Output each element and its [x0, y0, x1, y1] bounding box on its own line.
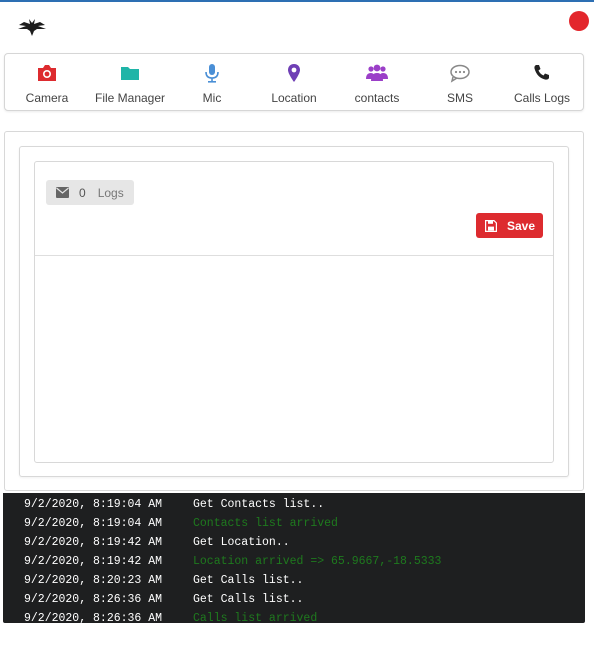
- tool-label: Camera: [25, 91, 69, 105]
- console-message: Get Contacts list..: [193, 498, 325, 511]
- console-line: 9/2/2020, 8:19:42 AM Location arrived => …: [24, 555, 564, 574]
- console-line: 9/2/2020, 8:20:23 AM Get Calls list..: [24, 574, 564, 593]
- tool-location[interactable]: Location: [267, 54, 321, 110]
- phone-icon: [534, 65, 549, 80]
- console-line: 9/2/2020, 8:19:04 AM Contacts list arrive…: [24, 517, 564, 536]
- console-timestamp: 9/2/2020, 8:19:42 AM: [24, 536, 163, 549]
- envelope-icon: [56, 187, 69, 198]
- console-timestamp: 9/2/2020, 8:20:23 AM: [24, 574, 163, 587]
- logs-body: [34, 161, 554, 463]
- top-accent-line: [0, 0, 594, 2]
- console-message: Calls list arrived: [193, 612, 318, 623]
- console-line: 9/2/2020, 8:26:36 AM Get Calls list..: [24, 593, 564, 612]
- tool-label: Location: [271, 91, 317, 105]
- console-line: 9/2/2020, 8:26:36 AM Calls list arrived: [24, 612, 564, 623]
- tool-camera[interactable]: Camera: [26, 54, 68, 110]
- camera-icon: [38, 65, 56, 81]
- users-icon: [366, 64, 388, 81]
- console-line: 9/2/2020, 8:19:04 AM Get Contacts list..: [24, 498, 564, 517]
- console-timestamp: 9/2/2020, 8:19:42 AM: [24, 555, 163, 568]
- tool-calls-logs[interactable]: Calls Logs: [513, 54, 571, 110]
- folder-icon: [121, 67, 139, 80]
- console-message: Contacts list arrived: [193, 517, 338, 530]
- tool-contacts[interactable]: contacts: [351, 54, 403, 110]
- tool-label: contacts: [354, 91, 400, 105]
- console-message: Location arrived => 65.9667,-18.5333: [193, 555, 442, 568]
- save-button[interactable]: Save: [476, 213, 543, 238]
- tool-sms[interactable]: SMS: [443, 54, 477, 110]
- console-log[interactable]: 9/2/2020, 8:19:04 AM Get Contacts list.. 9…: [3, 493, 585, 623]
- tool-label: Mic: [202, 91, 222, 105]
- console-line: 9/2/2020, 8:19:42 AM Get Location..: [24, 536, 564, 555]
- console-timestamp: 9/2/2020, 8:26:36 AM: [24, 612, 163, 623]
- console-message: Get Location..: [193, 536, 290, 549]
- logs-count-badge: 0 Logs: [46, 180, 134, 205]
- feature-toolbar: Camera File Manager Mic Location contact…: [4, 53, 584, 111]
- console-message: Get Calls list..: [193, 574, 304, 587]
- logs-count: 0: [79, 185, 86, 200]
- save-label: Save: [507, 218, 536, 233]
- connection-status-dot: [569, 11, 589, 31]
- logs-divider: [35, 255, 553, 256]
- tool-label: Calls Logs: [513, 91, 571, 105]
- map-marker-icon: [288, 64, 300, 82]
- tool-file-manager[interactable]: File Manager: [95, 54, 165, 110]
- microphone-icon: [205, 64, 219, 83]
- bird-logo-icon: [18, 19, 46, 36]
- tool-mic[interactable]: Mic: [195, 54, 229, 110]
- tool-label: SMS: [446, 91, 473, 105]
- comment-dots-icon: [450, 64, 470, 83]
- console-timestamp: 9/2/2020, 8:19:04 AM: [24, 517, 163, 530]
- save-icon: [485, 219, 497, 232]
- console-timestamp: 9/2/2020, 8:26:36 AM: [24, 593, 163, 606]
- tool-label: File Manager: [94, 91, 166, 105]
- console-timestamp: 9/2/2020, 8:19:04 AM: [24, 498, 163, 511]
- console-message: Get Calls list..: [193, 593, 304, 606]
- logs-label: Logs: [97, 185, 124, 200]
